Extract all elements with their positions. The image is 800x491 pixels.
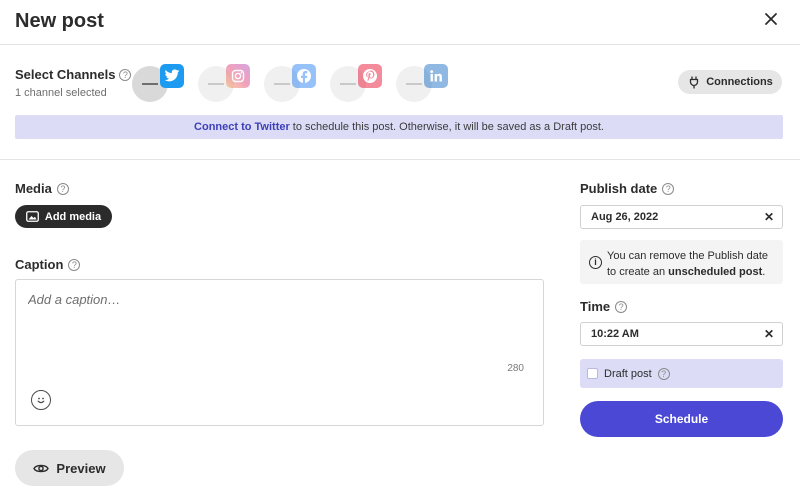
help-icon[interactable]: ? bbox=[68, 258, 81, 271]
instagram-icon bbox=[226, 64, 250, 88]
draft-post-toggle[interactable]: Draft post ? bbox=[580, 359, 783, 388]
publish-info-box: i You can remove the Publish date to cre… bbox=[580, 240, 783, 284]
channel-twitter[interactable] bbox=[132, 64, 188, 104]
publish-date-input[interactable] bbox=[591, 211, 751, 223]
close-icon[interactable] bbox=[764, 12, 778, 26]
publish-info-text: You can remove the Publish date to creat… bbox=[607, 248, 777, 280]
avatar-placeholder bbox=[406, 83, 422, 85]
connect-twitter-link[interactable]: Connect to Twitter bbox=[194, 121, 290, 133]
publish-date-label-text: Publish date bbox=[580, 181, 658, 196]
avatar-placeholder bbox=[274, 83, 290, 85]
caption-label: Caption ? bbox=[15, 257, 81, 272]
help-icon[interactable]: ? bbox=[56, 182, 69, 195]
connect-notice: Connect to Twitter to schedule this post… bbox=[15, 115, 783, 139]
channel-facebook[interactable] bbox=[264, 64, 320, 104]
time-input[interactable] bbox=[591, 328, 751, 340]
schedule-button[interactable]: Schedule bbox=[580, 401, 783, 437]
help-icon[interactable]: ? bbox=[615, 300, 628, 313]
smiley-icon bbox=[37, 397, 45, 404]
channels-section: Select Channels ? 1 channel selected Con… bbox=[0, 46, 800, 160]
caption-input[interactable] bbox=[28, 292, 528, 307]
draft-post-label: Draft post bbox=[604, 367, 652, 380]
modal-header: New post bbox=[0, 0, 800, 45]
unscheduled-post-text: unscheduled post bbox=[668, 266, 763, 278]
facebook-icon bbox=[292, 64, 316, 88]
draft-post-checkbox[interactable] bbox=[587, 368, 598, 379]
time-label-text: Time bbox=[580, 299, 611, 314]
add-media-label: Add media bbox=[44, 210, 102, 223]
select-channels-label: Select Channels ? bbox=[15, 67, 132, 82]
add-media-button[interactable]: Add media bbox=[15, 205, 112, 228]
help-icon[interactable]: ? bbox=[657, 367, 670, 380]
character-count: 280 bbox=[507, 363, 524, 374]
image-icon bbox=[25, 211, 39, 222]
publish-date-field[interactable]: ✕ bbox=[580, 205, 783, 229]
twitter-icon bbox=[160, 64, 184, 88]
pinterest-icon bbox=[358, 64, 382, 88]
linkedin-icon bbox=[424, 64, 448, 88]
channel-linkedin[interactable] bbox=[396, 64, 452, 104]
preview-button[interactable]: Preview bbox=[15, 450, 124, 486]
clear-date-icon[interactable]: ✕ bbox=[764, 210, 774, 224]
avatar-placeholder bbox=[208, 83, 224, 85]
plug-icon bbox=[690, 76, 699, 89]
select-channels-text: Select Channels bbox=[15, 67, 116, 82]
preview-label: Preview bbox=[56, 460, 106, 476]
channel-pinterest[interactable] bbox=[330, 64, 386, 104]
emoji-button[interactable] bbox=[31, 390, 51, 410]
caption-box: 280 bbox=[15, 279, 544, 426]
info-text-part-2: . bbox=[762, 266, 766, 278]
clear-time-icon[interactable]: ✕ bbox=[764, 327, 774, 341]
avatar-placeholder bbox=[142, 83, 158, 85]
page-title: New post bbox=[15, 10, 104, 32]
connections-label: Connections bbox=[706, 76, 773, 88]
time-label: Time ? bbox=[580, 299, 628, 314]
channel-instagram[interactable] bbox=[198, 64, 254, 104]
eye-icon bbox=[33, 464, 50, 472]
channels-selected-count: 1 channel selected bbox=[15, 87, 107, 99]
help-icon[interactable]: ? bbox=[662, 182, 675, 195]
time-field[interactable]: ✕ bbox=[580, 322, 783, 346]
media-label: Media ? bbox=[15, 181, 69, 196]
media-label-text: Media bbox=[15, 181, 52, 196]
connections-button[interactable]: Connections bbox=[678, 70, 782, 94]
notice-text: to schedule this post. Otherwise, it wil… bbox=[292, 121, 604, 133]
caption-label-text: Caption bbox=[15, 257, 64, 272]
publish-date-label: Publish date ? bbox=[580, 181, 675, 196]
help-icon[interactable]: ? bbox=[119, 68, 132, 81]
info-icon: i bbox=[589, 256, 602, 269]
avatar-placeholder bbox=[340, 83, 356, 85]
